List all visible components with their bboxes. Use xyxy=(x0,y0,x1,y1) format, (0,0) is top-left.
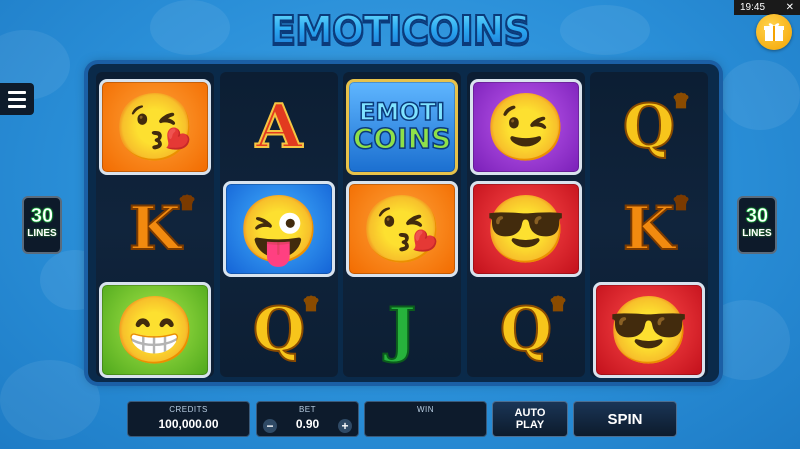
logo-symbol-line2: COINS xyxy=(352,121,452,155)
spin-button[interactable]: SPIN xyxy=(573,401,677,437)
reel-5: Q ♛ K ♛ 😎 xyxy=(590,72,708,380)
autoplay-button[interactable]: AUTO PLAY xyxy=(492,401,568,437)
letter-text: Q xyxy=(252,294,306,365)
lines-label: LINES xyxy=(27,228,57,239)
letter-text: J xyxy=(387,294,417,365)
crown-icon: ♛ xyxy=(302,293,320,315)
crown-icon: ♛ xyxy=(549,293,567,315)
reel-2: A 😜 Q ♛ xyxy=(220,72,338,377)
reel-symbol: K ♛ xyxy=(590,178,708,279)
wink-emoji-icon: 😉 xyxy=(484,89,568,164)
letter-symbol-k: K ♛ xyxy=(622,193,690,260)
letter-text: K xyxy=(128,193,182,264)
reel-symbol: 😉 xyxy=(467,76,585,177)
crown-icon: ♛ xyxy=(178,192,196,214)
reel-symbol: EMOTI COINS xyxy=(343,76,461,177)
logo-text: EMOTICOINS xyxy=(269,7,532,53)
reel-symbol: 😘 xyxy=(343,178,461,279)
emoji-tile-kiss-wink: 😘 xyxy=(346,180,458,277)
letter-symbol-j: J xyxy=(387,299,417,361)
credits-value: 100,000.00 xyxy=(158,417,219,431)
lines-indicator-left: 30 LINES xyxy=(22,196,62,254)
win-panel: WIN xyxy=(364,401,487,437)
bet-decrease-button[interactable]: − xyxy=(263,419,277,433)
emoji-tile-sunglasses: 😎 xyxy=(593,281,705,378)
menu-icon-bar xyxy=(8,97,26,101)
emoji-tile-wink: 😉 xyxy=(470,78,582,175)
letter-text: Q xyxy=(622,91,676,162)
lines-number: 30 xyxy=(30,205,54,228)
bet-label: BET xyxy=(298,405,317,414)
autoplay-label-line2: PLAY xyxy=(515,419,545,431)
letter-symbol-q: Q ♛ xyxy=(622,91,690,158)
sunglasses-emoji-icon: 😎 xyxy=(484,191,568,266)
bet-panel: BET 0.90 − + xyxy=(256,401,359,437)
reel-symbol: 😘 xyxy=(96,76,214,177)
letter-symbol-q: Q ♛ xyxy=(499,294,567,361)
reel-symbol: Q ♛ xyxy=(590,76,708,177)
kiss-wink-emoji-icon: 😘 xyxy=(360,191,444,266)
reel-symbol: 😎 xyxy=(590,279,708,380)
sunglasses-emoji-icon: 😎 xyxy=(607,292,691,367)
logo-symbol-line1: EMOTI xyxy=(358,97,445,126)
menu-button[interactable] xyxy=(0,83,34,115)
tongue-wink-emoji-icon: 😜 xyxy=(237,191,321,266)
emoji-tile-sunglasses: 😎 xyxy=(470,180,582,277)
lines-number: 30 xyxy=(745,205,769,228)
letter-text: A xyxy=(255,91,304,162)
reel-symbol: Q ♛ xyxy=(467,279,585,380)
crown-icon: ♛ xyxy=(672,90,690,112)
game-logo: EMOTICOINS xyxy=(0,7,800,53)
grin-emoji-icon: 😁 xyxy=(113,292,197,367)
lines-indicator-right: 30 LINES xyxy=(737,196,777,254)
autoplay-label-line1: AUTO xyxy=(514,407,546,419)
emoji-tile-grin: 😁 xyxy=(99,281,211,378)
emoji-tile-kiss-wink: 😘 xyxy=(99,78,211,175)
menu-icon-bar xyxy=(8,90,26,94)
reel-symbol: Q ♛ xyxy=(220,279,338,380)
reel-symbol: K ♛ xyxy=(96,178,214,279)
letter-text: Q xyxy=(499,294,553,365)
letter-symbol-a: A xyxy=(255,96,304,158)
win-label: WIN xyxy=(416,405,435,414)
reel-symbol: J xyxy=(343,279,461,380)
reel-symbol: A xyxy=(220,76,338,177)
reel-symbol: 😁 xyxy=(96,279,214,380)
credits-label: CREDITS xyxy=(169,405,208,414)
reel-4: 😉 😎 Q ♛ xyxy=(467,72,585,377)
emoji-tile-tongue-wink: 😜 xyxy=(223,180,335,277)
lines-label: LINES xyxy=(742,228,772,239)
letter-symbol-q: Q ♛ xyxy=(252,294,320,361)
reel-symbol: 😎 xyxy=(467,178,585,279)
menu-icon-bar xyxy=(8,104,26,108)
logo-symbol-tile: EMOTI COINS xyxy=(346,78,458,175)
letter-text: K xyxy=(622,193,676,264)
kiss-wink-emoji-icon: 😘 xyxy=(113,89,197,164)
letter-symbol-k: K ♛ xyxy=(128,193,196,260)
reel-symbol: 😜 xyxy=(220,178,338,279)
reel-3: EMOTI COINS 😘 J xyxy=(343,72,461,377)
reel-1: 😘 K ♛ 😁 xyxy=(96,72,214,380)
credits-panel: CREDITS 100,000.00 xyxy=(127,401,250,437)
crown-icon: ♛ xyxy=(672,192,690,214)
bet-increase-button[interactable]: + xyxy=(338,419,352,433)
